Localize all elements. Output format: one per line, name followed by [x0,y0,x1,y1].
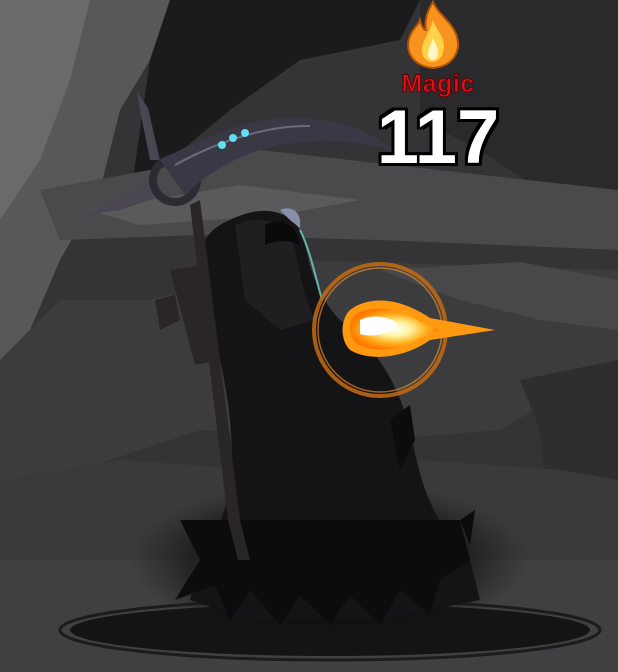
damage-value: 117 [376,95,500,180]
cave-background [0,0,618,672]
damage-popup: Magic 117 [368,0,508,185]
flame-icon [407,0,459,70]
battle-scene: Magic 117 [0,0,618,672]
